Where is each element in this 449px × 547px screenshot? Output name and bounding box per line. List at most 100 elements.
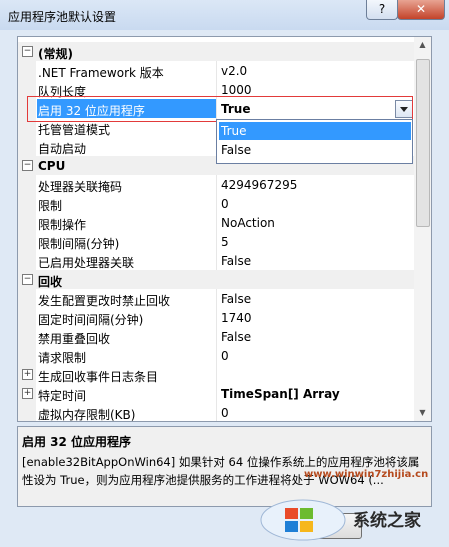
property-name: 生成回收事件日志条目 (38, 370, 159, 384)
column-divider (216, 194, 217, 213)
property-row[interactable]: 请求限制 0 (18, 346, 414, 365)
property-name: 自动启动 (38, 142, 87, 156)
property-name: 请求限制 (38, 351, 87, 365)
property-row[interactable]: 处理器关联掩码 4294967295 (18, 175, 414, 194)
window-title: 应用程序池默认设置 (8, 10, 117, 24)
expand-icon[interactable]: + (22, 369, 33, 380)
watermark-brand: 系统之家 (353, 511, 421, 531)
row-gutter (18, 308, 36, 327)
property-row[interactable]: 限制间隔(分钟) 5 (18, 232, 414, 251)
row-gutter (18, 80, 36, 99)
property-value[interactable]: NoAction (221, 216, 275, 230)
description-heading: 启用 32 位应用程序 (22, 435, 132, 449)
column-divider (216, 213, 217, 232)
chevron-down-icon (400, 107, 408, 112)
property-value[interactable]: 5 (221, 235, 229, 249)
property-name: 托管管道模式 (38, 123, 111, 137)
property-grid: − (常规) .NET Framework 版本 v2.0 队列长度 1000 启用 32 … (17, 36, 432, 422)
property-value[interactable]: False (221, 254, 251, 268)
windows-logo-icon (260, 499, 346, 541)
column-divider (216, 80, 217, 99)
row-gutter (18, 327, 36, 346)
property-row[interactable]: 固定时间间隔(分钟) 1740 (18, 308, 414, 327)
property-name: .NET Framework 版本 (38, 66, 164, 80)
property-name: 虚拟内存限制(KB) (38, 408, 136, 422)
property-name: 回收 (38, 275, 63, 289)
property-value[interactable]: False (221, 330, 251, 344)
expand-icon[interactable]: + (22, 388, 33, 399)
dropdown-option-false[interactable]: False (219, 141, 411, 159)
property-value[interactable]: True (221, 102, 250, 116)
property-value[interactable]: 1000 (221, 83, 252, 97)
column-divider (216, 308, 217, 327)
dropdown-option-true[interactable]: True (219, 122, 411, 140)
property-name: CPU (38, 159, 66, 173)
property-name: 队列长度 (38, 85, 87, 99)
property-value[interactable]: 0 (221, 349, 229, 363)
property-value[interactable]: 4294967295 (221, 178, 297, 192)
row-gutter (18, 232, 36, 251)
column-divider (216, 99, 217, 118)
property-row[interactable]: 限制操作 NoAction (18, 213, 414, 232)
property-row[interactable]: 禁用重叠回收 False (18, 327, 414, 346)
row-gutter (18, 289, 36, 308)
property-row[interactable]: 已启用处理器关联 False (18, 251, 414, 270)
property-row[interactable]: 启用 32 位应用程序 True (18, 99, 414, 118)
property-row[interactable]: 虚拟内存限制(KB) 0 (18, 403, 414, 422)
property-value[interactable]: 1740 (221, 311, 252, 325)
property-name: 禁用重叠回收 (38, 332, 111, 346)
value-dropdown-list[interactable]: True False (216, 119, 413, 164)
property-value[interactable]: v2.0 (221, 64, 247, 78)
vertical-scrollbar[interactable]: ▲ ▼ (414, 37, 431, 421)
scroll-thumb[interactable] (416, 59, 430, 227)
row-gutter (18, 194, 36, 213)
collapse-icon[interactable]: − (22, 160, 33, 171)
collapse-icon[interactable]: − (22, 46, 33, 57)
row-gutter (18, 403, 36, 421)
property-value[interactable]: 0 (221, 406, 229, 420)
property-name: 限制 (38, 199, 63, 213)
property-row[interactable]: + 特定时间 TimeSpan[] Array (18, 384, 414, 403)
property-row[interactable]: + 生成回收事件日志条目 (18, 365, 414, 384)
column-divider (216, 365, 217, 384)
row-gutter (18, 137, 36, 156)
column-divider (216, 403, 217, 421)
property-value[interactable]: TimeSpan[] Array (221, 387, 340, 401)
row-gutter (18, 346, 36, 365)
column-divider (216, 289, 217, 308)
scroll-down-icon[interactable]: ▼ (414, 405, 431, 421)
column-divider (216, 384, 217, 403)
property-row[interactable]: 发生配置更改时禁止回收 False (18, 289, 414, 308)
column-divider (216, 175, 217, 194)
property-value[interactable]: False (221, 292, 251, 306)
category-row[interactable]: − 回收 (18, 270, 414, 289)
column-divider (216, 232, 217, 251)
property-name: 处理器关联掩码 (38, 180, 123, 194)
column-divider (216, 327, 217, 346)
row-gutter (18, 175, 36, 194)
property-name: 限制间隔(分钟) (38, 237, 120, 251)
collapse-icon[interactable]: − (22, 274, 33, 285)
property-name: 启用 32 位应用程序 (37, 99, 216, 118)
watermark-logo: 系统之家 (255, 492, 447, 544)
dropdown-arrow-button[interactable] (395, 100, 413, 118)
column-divider (216, 346, 217, 365)
help-button[interactable]: ? (366, 0, 398, 20)
property-row[interactable]: .NET Framework 版本 v2.0 (18, 61, 414, 80)
property-name: 特定时间 (38, 389, 87, 403)
property-name: 已启用处理器关联 (38, 256, 135, 270)
row-gutter (18, 61, 36, 80)
watermark-url: www.winwin7zhijia.cn (304, 469, 429, 480)
property-value[interactable]: 0 (221, 197, 229, 211)
property-row[interactable]: 队列长度 1000 (18, 80, 414, 99)
property-row[interactable]: 限制 0 (18, 194, 414, 213)
title-bar: 应用程序池默认设置 ? ✕ (0, 0, 449, 30)
property-name: (常规) (38, 47, 73, 61)
property-name: 固定时间间隔(分钟) (38, 313, 144, 327)
row-gutter (18, 251, 36, 270)
row-gutter (18, 213, 36, 232)
category-row[interactable]: − (常规) (18, 42, 414, 61)
scroll-up-icon[interactable]: ▲ (414, 37, 431, 53)
close-button[interactable]: ✕ (397, 0, 445, 20)
column-divider (216, 61, 217, 80)
